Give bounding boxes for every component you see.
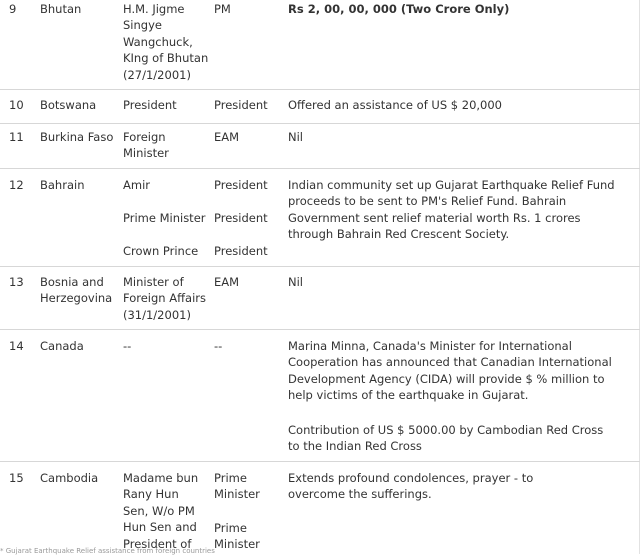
recipient-cell: EAM xyxy=(214,275,240,289)
recipient-cell: President President President xyxy=(214,177,286,258)
dignitary-cell: Foreign Minister xyxy=(123,130,169,161)
table-row: 11 Burkina Faso Foreign Minister EAM Nil xyxy=(0,123,640,169)
aid-cell: Extends profound condolences, prayer - t… xyxy=(288,471,534,502)
recipient-cell: President xyxy=(214,98,268,112)
table-row: 12 Bahrain Amir Prime Minister Crown Pri… xyxy=(0,168,640,267)
aid-paragraph: Marina Minna, Canada's Minister for Inte… xyxy=(288,339,612,403)
recipient-line: President xyxy=(214,211,268,225)
row-number: 14 xyxy=(9,339,24,353)
dignitary-line: Amir xyxy=(123,178,150,192)
row-number: 10 xyxy=(9,98,24,112)
dignitary-line: Prime Minister xyxy=(123,211,206,225)
aid-cell: Marina Minna, Canada's Minister for Inte… xyxy=(288,338,618,458)
recipient-line: Prime Minister xyxy=(214,521,260,552)
table-row: 13 Bosnia and Herzegovina Minister of Fo… xyxy=(0,266,640,330)
dignitary-cell: -- xyxy=(123,339,132,353)
recipient-line: President xyxy=(214,244,268,258)
row-number: 12 xyxy=(9,178,24,192)
aid-cell: Nil xyxy=(288,275,303,289)
row-number: 9 xyxy=(9,2,17,16)
country-cell: Bahrain xyxy=(40,178,85,192)
country-cell: Bosnia and Herzegovina xyxy=(40,275,113,306)
row-number: 15 xyxy=(9,471,24,485)
dignitary-cell: H.M. Jigme Singye Wangchuck, KIng of Bhu… xyxy=(123,2,209,82)
country-cell: Botswana xyxy=(40,98,97,112)
row-number: 13 xyxy=(9,275,24,289)
table-row: 15 Cambodia Madame bun Rany Hun Sen, W/o… xyxy=(0,461,640,554)
aid-paragraph: Contribution of US $ 5000.00 by Cambodia… xyxy=(288,423,604,454)
dignitary-line: Crown Prince xyxy=(123,244,199,258)
country-cell: Burkina Faso xyxy=(40,130,114,144)
aid-cell: Indian community set up Gujarat Earthqua… xyxy=(288,178,615,242)
row-number: 11 xyxy=(9,130,24,144)
country-cell: Cambodia xyxy=(40,471,99,485)
recipient-line: Prime Minister xyxy=(214,471,260,502)
table-row: 9 Bhutan H.M. Jigme Singye Wangchuck, KI… xyxy=(0,0,640,90)
country-cell: Bhutan xyxy=(40,2,82,16)
aid-cell: Rs 2, 00, 00, 000 (Two Crore Only) xyxy=(288,2,510,16)
aid-cell: Offered an assistance of US $ 20,000 xyxy=(288,98,502,112)
table-row: 10 Botswana President President Offered … xyxy=(0,89,640,124)
country-cell: Canada xyxy=(40,339,84,353)
recipient-cell: Prime Minister Prime Minister xyxy=(214,470,286,554)
dignitary-cell: Madame bun Rany Hun Sen, W/o PM Hun Sen … xyxy=(123,471,199,551)
aid-cell: Nil xyxy=(288,130,303,144)
recipient-cell: PM xyxy=(214,2,231,16)
recipient-cell: -- xyxy=(214,339,223,353)
dignitary-cell: President xyxy=(123,98,177,112)
recipient-cell: EAM xyxy=(214,130,240,144)
dignitary-cell: Amir Prime Minister Crown Prince xyxy=(123,177,213,258)
dignitary-cell: Minister of Foreign Affairs (31/1/2001) xyxy=(123,275,206,322)
table-row: 14 Canada -- -- Marina Minna, Canada's M… xyxy=(0,329,640,462)
recipient-line: President xyxy=(214,178,268,192)
